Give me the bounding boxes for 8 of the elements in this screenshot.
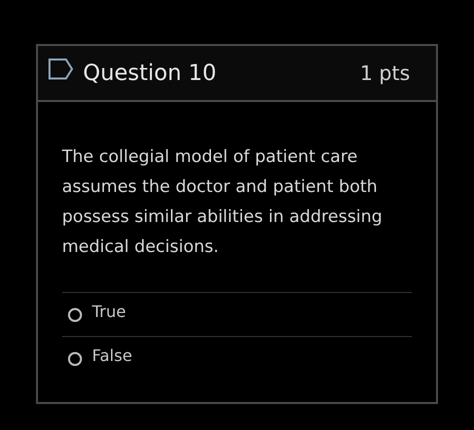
flag-icon[interactable] [48,58,74,80]
question-text: The collegial model of patient care assumes the doctor and patient both possess similar abilities in addressing medical decisions. [62,146,384,259]
option-label[interactable]: True [92,302,126,321]
question-title: Question 10 [83,60,216,86]
radio-button[interactable] [68,308,82,322]
radio-button[interactable] [68,352,82,366]
points-label: 1 pts [360,61,410,85]
option-label[interactable]: False [92,346,132,365]
